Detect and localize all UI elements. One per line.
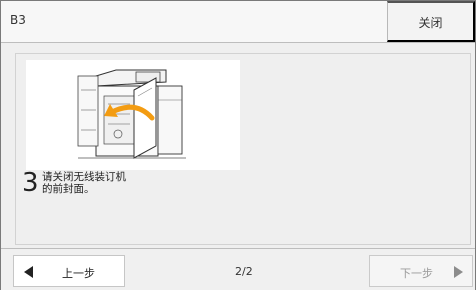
triangle-right-icon [454, 266, 463, 278]
step-number: 3 [22, 168, 39, 198]
instruction-panel: 3 请关闭无线装订机 的前封面。 [15, 53, 471, 245]
navigation-bar: 上一步 2/2 下一步 [1, 248, 475, 290]
next-step-button[interactable]: 下一步 [369, 255, 473, 287]
step-instruction: 请关闭无线装订机 的前封面。 [42, 171, 222, 195]
previous-step-label: 上一步 [62, 268, 95, 280]
title-bar: B3 关闭 [1, 1, 475, 43]
step-instruction-line1: 请关闭无线装订机 [42, 171, 126, 183]
previous-step-button[interactable]: 上一步 [13, 255, 125, 287]
step-instruction-line2: 的前封面。 [42, 183, 95, 195]
dialog-title: B3 [10, 13, 26, 27]
machine-illustration [77, 69, 186, 159]
page-indicator: 2/2 [235, 265, 253, 278]
triangle-left-icon [24, 266, 33, 278]
next-step-label: 下一步 [400, 268, 433, 280]
binder-front-cover-illustration [26, 60, 240, 170]
dialog-window: B3 关闭 3 请关闭无线装订机 的前封面。 上一步 2/2 下一步 [0, 0, 476, 290]
close-button[interactable]: 关闭 [387, 1, 475, 42]
